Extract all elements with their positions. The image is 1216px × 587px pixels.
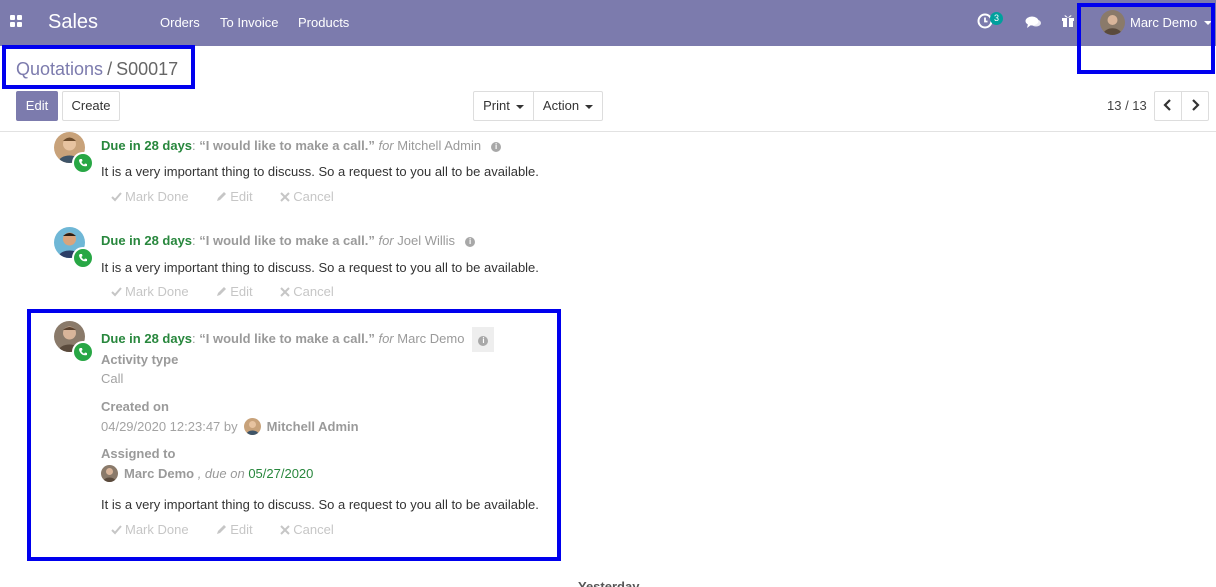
chevron-down-icon bbox=[515, 104, 524, 109]
activity-assignee: Joel Willis bbox=[397, 233, 456, 248]
mark-done-label: Mark Done bbox=[125, 189, 189, 204]
print-dropdown[interactable]: Print bbox=[473, 91, 534, 121]
pager-value[interactable]: 13 / 13 bbox=[1107, 98, 1147, 113]
activity-summary: “I would like to make a call.” bbox=[199, 138, 375, 153]
edit-activity-button[interactable]: Edit bbox=[216, 284, 253, 299]
activity-note: It is a very important thing to discuss.… bbox=[101, 260, 539, 275]
pager-next-button[interactable] bbox=[1181, 91, 1209, 121]
highlight-activity bbox=[27, 309, 561, 561]
pager-previous-button[interactable] bbox=[1154, 91, 1182, 121]
pencil-icon bbox=[217, 287, 227, 296]
chat-bubbles-icon[interactable] bbox=[1025, 15, 1042, 32]
mark-done-button[interactable]: Mark Done bbox=[111, 284, 189, 299]
close-icon bbox=[280, 287, 290, 297]
mark-done-label: Mark Done bbox=[125, 284, 189, 299]
due-label: Due in 28 days bbox=[101, 233, 193, 248]
top-navbar: Sales Orders To Invoice Products 3 Marc … bbox=[0, 0, 1216, 46]
cancel-activity-button[interactable]: Cancel bbox=[280, 284, 334, 299]
edit-activity-button[interactable]: Edit bbox=[216, 189, 253, 204]
menu-to-invoice[interactable]: To Invoice bbox=[220, 15, 279, 30]
edit-button[interactable]: Edit bbox=[16, 91, 58, 121]
activity-assignee: Mitchell Admin bbox=[397, 138, 482, 153]
chevron-left-icon bbox=[1163, 99, 1171, 111]
app-title[interactable]: Sales bbox=[48, 11, 98, 34]
activity-item: Due in 28 days: “I would like to make a … bbox=[54, 227, 574, 307]
activity-summary: “I would like to make a call.” bbox=[199, 233, 375, 248]
gift-icon[interactable] bbox=[1061, 13, 1075, 31]
info-icon[interactable]: i bbox=[491, 141, 502, 152]
activity-header: Due in 28 days: “I would like to make a … bbox=[101, 233, 476, 248]
action-dropdown[interactable]: Action bbox=[533, 91, 603, 121]
for-label: for bbox=[378, 233, 394, 248]
cancel-label: Cancel bbox=[293, 284, 334, 299]
for-label: for bbox=[378, 138, 394, 153]
cancel-label: Cancel bbox=[293, 189, 334, 204]
check-icon bbox=[111, 192, 122, 202]
apps-menu-icon[interactable] bbox=[10, 15, 24, 29]
chevron-down-icon bbox=[585, 104, 594, 109]
chevron-right-icon bbox=[1192, 99, 1200, 111]
menu-products[interactable]: Products bbox=[298, 15, 349, 30]
day-separator: Yesterday bbox=[578, 579, 640, 587]
highlight-user-menu bbox=[1077, 3, 1215, 74]
activity-count-badge: 3 bbox=[990, 12, 1004, 25]
activity-item: Due in 28 days: “I would like to make a … bbox=[54, 132, 574, 212]
create-button[interactable]: Create bbox=[62, 91, 120, 121]
close-icon bbox=[280, 192, 290, 202]
mark-done-button[interactable]: Mark Done bbox=[111, 189, 189, 204]
print-label: Print bbox=[483, 98, 510, 113]
phone-icon bbox=[72, 152, 94, 174]
check-icon bbox=[111, 287, 122, 297]
edit-label: Edit bbox=[230, 284, 253, 299]
phone-icon bbox=[72, 247, 94, 269]
due-label: Due in 28 days bbox=[101, 138, 193, 153]
activity-header: Due in 28 days: “I would like to make a … bbox=[101, 138, 502, 153]
cancel-activity-button[interactable]: Cancel bbox=[280, 189, 334, 204]
highlight-breadcrumb bbox=[2, 45, 195, 89]
activity-actions: Mark Done Edit Cancel bbox=[111, 189, 358, 204]
action-label: Action bbox=[542, 98, 580, 113]
activity-actions: Mark Done Edit Cancel bbox=[111, 284, 358, 299]
menu-orders[interactable]: Orders bbox=[160, 15, 200, 30]
info-icon[interactable]: i bbox=[465, 236, 476, 247]
activity-note: It is a very important thing to discuss.… bbox=[101, 164, 539, 179]
pencil-icon bbox=[217, 192, 227, 201]
edit-label: Edit bbox=[230, 189, 253, 204]
